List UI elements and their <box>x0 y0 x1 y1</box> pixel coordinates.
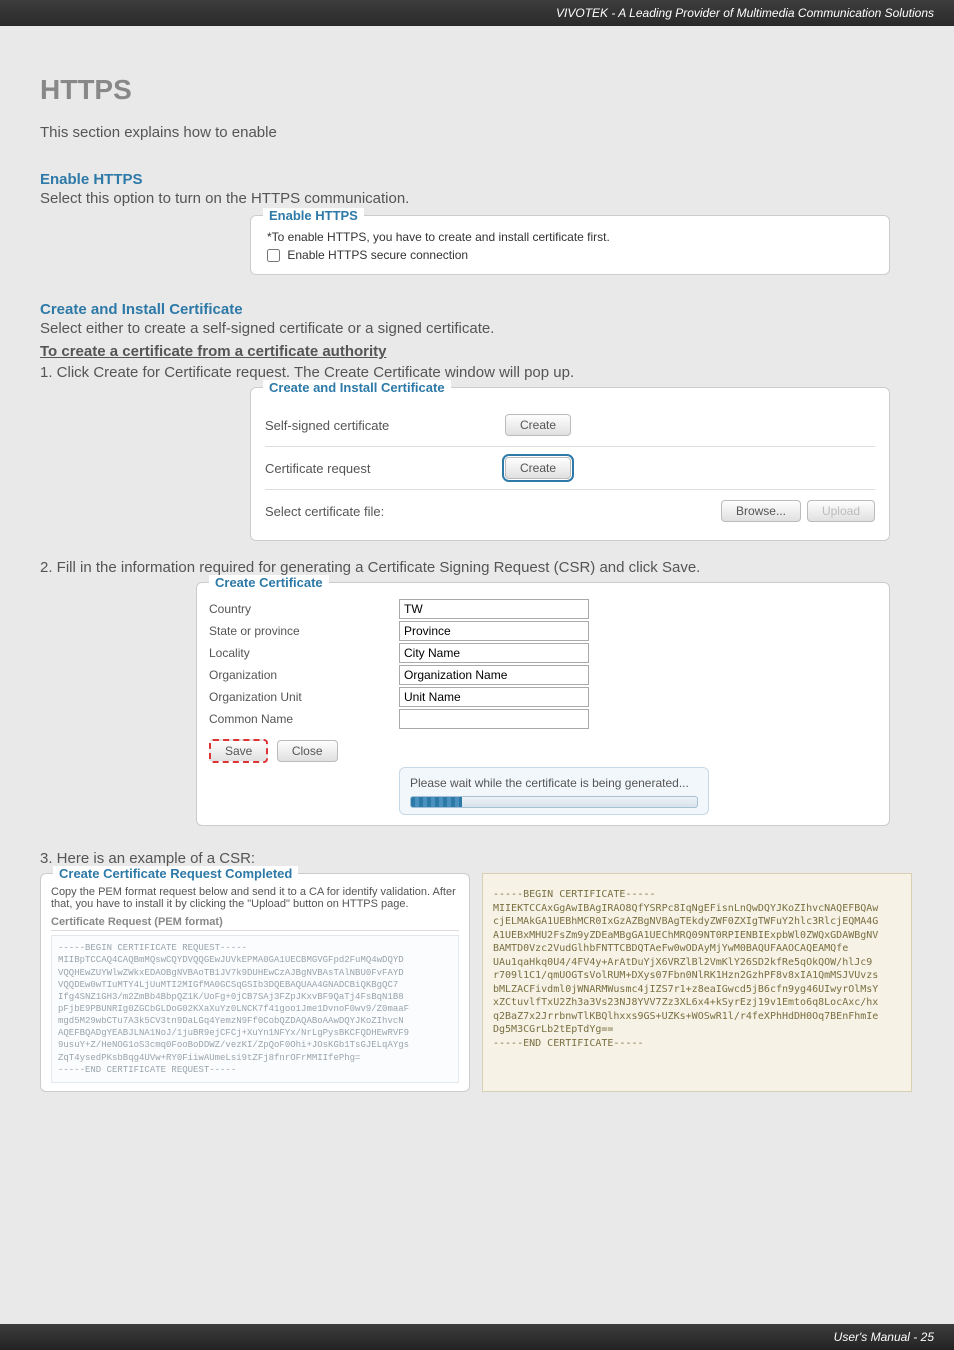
progress-bar <box>410 796 698 808</box>
self-signed-row: Self-signed certificate Create <box>265 404 875 446</box>
country-label: Country <box>209 602 399 616</box>
enable-https-legend: Enable HTTPS <box>263 208 364 223</box>
create-certificate-panel: Create Certificate Country State or prov… <box>196 582 890 826</box>
state-label: State or province <box>209 624 399 638</box>
select-cert-label: Select certificate file: <box>265 504 505 519</box>
csr-pem-text: -----BEGIN CERTIFICATE REQUEST----- MIIB… <box>51 935 459 1083</box>
page-header: VIVOTEK - A Leading Provider of Multimed… <box>0 0 954 26</box>
close-button[interactable]: Close <box>277 740 338 762</box>
locality-input[interactable] <box>399 643 589 663</box>
create-install-panel: Create and Install Certificate Self-sign… <box>250 387 890 541</box>
organization-label: Organization <box>209 668 399 682</box>
csr-subheading: Certificate Request (PEM format) <box>51 916 459 931</box>
cert-request-create-button[interactable]: Create <box>505 457 571 479</box>
create-install-legend: Create and Install Certificate <box>263 380 451 395</box>
common-name-input[interactable] <box>399 709 589 729</box>
common-name-label: Common Name <box>209 712 399 726</box>
step3: 3. Here is an example of a CSR: <box>40 850 914 867</box>
enable-https-checkbox[interactable] <box>267 249 280 262</box>
save-button[interactable]: Save <box>209 739 268 763</box>
header-tagline: VIVOTEK - A Leading Provider of Multimed… <box>556 6 934 20</box>
enable-https-panel: Enable HTTPS *To enable HTTPS, you have … <box>250 215 890 275</box>
step2: 2. Fill in the information required for … <box>40 559 914 576</box>
state-input[interactable] <box>399 621 589 641</box>
organization-input[interactable] <box>399 665 589 685</box>
to-create-heading: To create a certificate from a certifica… <box>40 343 914 360</box>
csr-cert-text: -----BEGIN CERTIFICATE----- MIIEKTCCAxGg… <box>493 888 901 1050</box>
org-unit-label: Organization Unit <box>209 690 399 704</box>
enable-https-heading: Enable HTTPS <box>40 171 914 188</box>
self-signed-create-button[interactable]: Create <box>505 414 571 436</box>
org-unit-input[interactable] <box>399 687 589 707</box>
upload-button[interactable]: Upload <box>807 500 875 522</box>
csr-cert-output: -----BEGIN CERTIFICATE----- MIIEKTCCAxGg… <box>482 873 912 1092</box>
enable-note: *To enable HTTPS, you have to create and… <box>267 230 873 244</box>
cert-request-label: Certificate request <box>265 461 505 476</box>
footer-text: User's Manual - 25 <box>834 1330 934 1344</box>
generating-box: Please wait while the certificate is bei… <box>399 767 709 815</box>
enable-https-checkbox-label: Enable HTTPS secure connection <box>287 248 468 262</box>
locality-label: Locality <box>209 646 399 660</box>
browse-button[interactable]: Browse... <box>721 500 801 522</box>
create-install-text: Select either to create a self-signed ce… <box>40 320 914 337</box>
select-cert-row: Select certificate file: Browse... Uploa… <box>265 489 875 532</box>
csr-instruction: Copy the PEM format request below and se… <box>51 886 459 910</box>
page-title: HTTPS <box>40 74 914 106</box>
intro-text: This section explains how to enable <box>40 124 914 141</box>
create-certificate-legend: Create Certificate <box>209 575 329 590</box>
create-install-heading: Create and Install Certificate <box>40 301 914 318</box>
country-input[interactable] <box>399 599 589 619</box>
generating-text: Please wait while the certificate is bei… <box>410 776 689 790</box>
enable-https-text: Select this option to turn on the HTTPS … <box>40 190 914 207</box>
page-footer: User's Manual - 25 <box>0 1324 954 1350</box>
self-signed-label: Self-signed certificate <box>265 418 505 433</box>
cert-request-row: Certificate request Create <box>265 446 875 489</box>
csr-left-legend: Create Certificate Request Completed <box>53 866 298 881</box>
csr-request-panel: Create Certificate Request Completed Cop… <box>40 873 470 1092</box>
csr-example: Create Certificate Request Completed Cop… <box>40 873 914 1092</box>
page-body: HTTPS This section explains how to enabl… <box>0 26 954 1092</box>
step1: 1. Click Create for Certificate request.… <box>40 364 914 381</box>
